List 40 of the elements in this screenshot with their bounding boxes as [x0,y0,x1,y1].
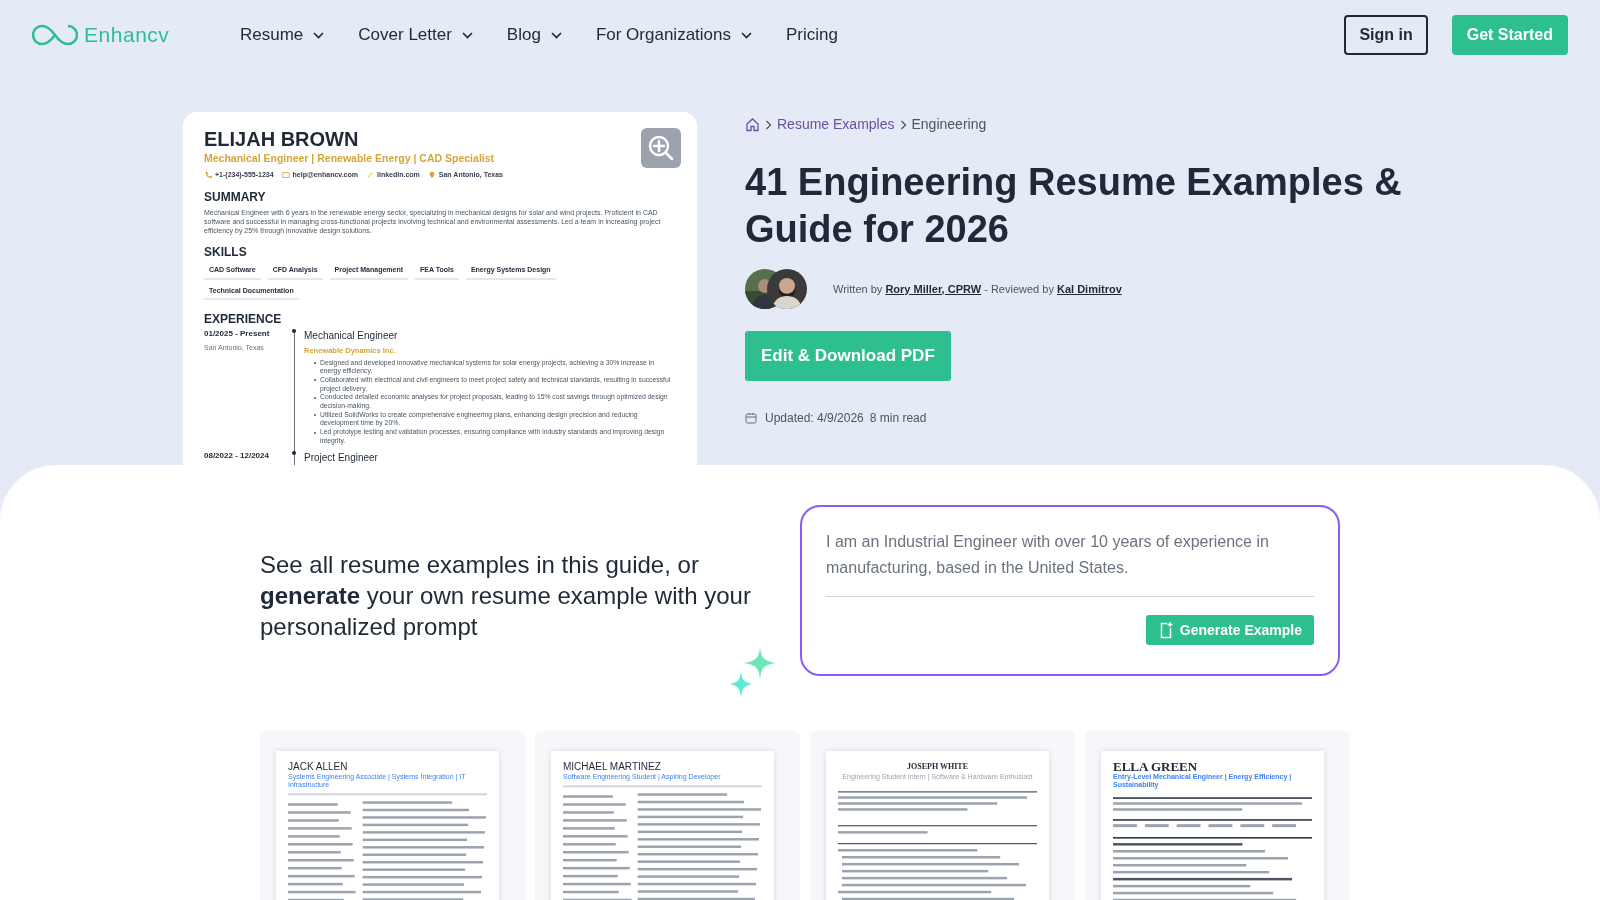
job-dates: 01/2025 - Present [204,328,271,341]
chevron-right-icon [765,119,772,130]
nav-link[interactable]: Blog [506,22,562,48]
resume-name: MICHAEL MARTINEZ [563,761,662,773]
section-heading: SKILLS [204,244,248,262]
resume-name: JACK ALLEN [288,761,349,773]
prompt-field[interactable]: I am an Industrial Engineer with over 10 years of experience in manufacturing, based in the United States. [826,529,1314,597]
sign-in-button[interactable]: Sign in [1344,15,1428,55]
author-link[interactable]: Rory Miller, CPRW [885,282,982,295]
breadcrumb-link[interactable]: Resume Examples [777,114,895,135]
reviewer-link[interactable]: Kal Dimitrov [1056,282,1122,295]
nav-link[interactable]: Cover Letter [358,22,473,48]
resume-preview[interactable] [183,112,697,465]
page-title: 41 Engineering Resume Examples & Guide for 2026 [745,160,1403,252]
breadcrumb-current: Engineering [911,115,987,134]
section-heading: SUMMARY [204,189,267,207]
phone-icon [204,171,212,179]
byline: Written by Rory Miller, CPRW - Reviewed by Kal Dimitrov [833,281,1122,297]
home-icon[interactable] [745,117,760,132]
resume-name: ELLA GREEN [1113,761,1199,773]
nav-link[interactable]: Resume [240,22,325,48]
zoom-in-icon[interactable] [641,128,681,168]
updated-date: Updated: 4/9/2026 [765,410,864,427]
calendar-icon [745,412,757,424]
nav-link[interactable]: For Organizations [595,22,752,48]
resume-name: JOSEPH WHITE [906,761,969,773]
pin-icon [427,171,436,179]
link-icon [366,171,374,179]
logo-icon [32,23,78,47]
intro-text: See all resume examples in this guide, or generate your own resume example with your personalized prompt [260,550,752,642]
read-time: 8 min read [869,410,927,427]
job-title: Mechanical Engineer [304,329,399,344]
chevron-right-icon [899,119,907,130]
nav-link[interactable]: Pricing [786,22,838,48]
resume-headline: Mechanical Engineer | Renewable Energy | CAD Specialist [204,151,496,166]
section-heading: EXPERIENCE [204,311,283,329]
job-title: Project Engineer [304,450,379,465]
resume-name: ELIJAH BROWN [204,128,360,150]
job-dates: 08/2022 - 12/2024 [204,449,270,462]
envelope-icon [281,171,290,179]
